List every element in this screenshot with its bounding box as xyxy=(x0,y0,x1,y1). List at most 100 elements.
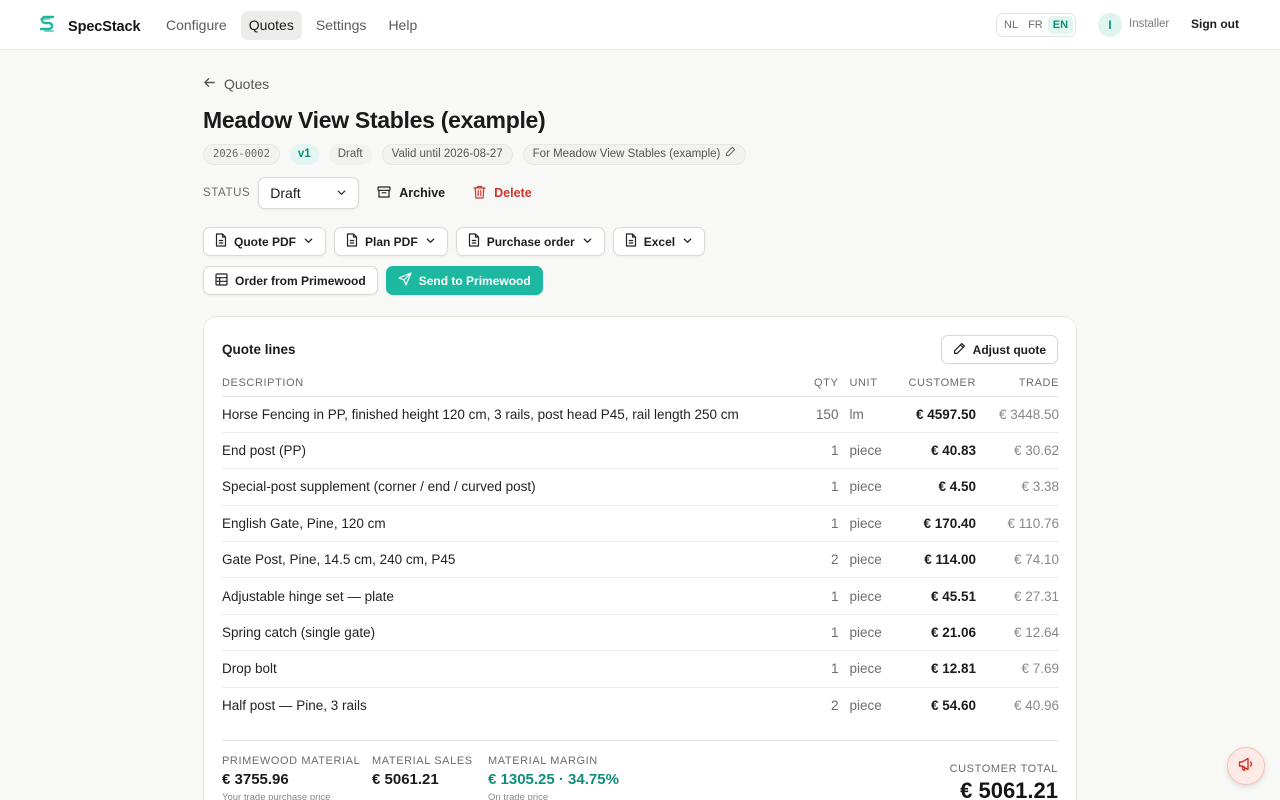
quote-pdf-button[interactable]: Quote PDF xyxy=(203,227,326,256)
status-select[interactable]: Draft xyxy=(258,177,360,209)
chevron-down-icon xyxy=(582,235,593,249)
arrow-left-icon xyxy=(203,76,216,92)
col-unit: UNIT xyxy=(838,370,909,397)
line-unit: piece xyxy=(838,577,909,615)
table-row: English Gate, Pine, 120 cm 1 piece € 170… xyxy=(222,505,1059,543)
line-trade-price: € 110.76 xyxy=(976,505,1059,543)
order-from-primewood-button[interactable]: Order from Primewood xyxy=(203,266,378,295)
line-description: End post (PP) xyxy=(222,432,789,470)
table-row: End post (PP) 1 piece € 40.83 € 30.62 xyxy=(222,432,1059,470)
quote-lines-title: Quote lines xyxy=(222,342,296,357)
line-description: Spring catch (single gate) xyxy=(222,614,789,652)
col-qty: QTY xyxy=(788,370,839,397)
summary-margin: MATERIAL MARGIN € 1305.25 · 34.75% On tr… xyxy=(488,755,619,800)
page-title: Meadow View Stables (example) xyxy=(203,107,546,133)
grid-icon xyxy=(215,272,228,289)
archive-icon xyxy=(377,185,391,202)
document-icon xyxy=(468,233,480,250)
delete-label: Delete xyxy=(494,186,532,200)
line-qty: 1 xyxy=(788,614,839,652)
sign-out-button[interactable]: Sign out xyxy=(1191,17,1239,31)
plan-pdf-button[interactable]: Plan PDF xyxy=(334,227,448,256)
trash-icon xyxy=(473,185,486,202)
plan-pdf-label: Plan PDF xyxy=(365,234,418,249)
table-row: Spring catch (single gate) 1 piece € 21.… xyxy=(222,614,1059,652)
line-description: Gate Post, Pine, 14.5 cm, 240 cm, P45 xyxy=(222,541,789,579)
top-bar: SpecStack Configure Quotes Settings Help… xyxy=(0,0,1280,50)
line-trade-price: € 30.62 xyxy=(976,432,1059,470)
line-customer-price: € 114.00 xyxy=(908,541,976,579)
feedback-button[interactable] xyxy=(1227,747,1265,785)
margin-sub: On trade price xyxy=(488,792,549,800)
nav-configure[interactable]: Configure xyxy=(158,11,235,40)
delete-button[interactable]: Delete xyxy=(464,177,541,209)
line-description: Adjustable hinge set — plate xyxy=(222,577,789,615)
status-row: STATUS Draft Archive Delete xyxy=(203,177,541,209)
export-buttons: Quote PDF Plan PDF Purchase order Excel xyxy=(203,227,706,256)
chevron-down-icon xyxy=(682,235,693,249)
version-badge: v1 xyxy=(289,144,319,165)
line-unit: piece xyxy=(838,505,909,543)
back-to-quotes-link[interactable]: Quotes xyxy=(203,76,269,92)
status-label: STATUS xyxy=(203,187,251,199)
lang-fr[interactable]: FR xyxy=(1023,16,1048,34)
line-customer-price: € 54.60 xyxy=(930,698,976,714)
megaphone-icon xyxy=(1237,755,1255,778)
pencil-icon xyxy=(725,145,736,164)
line-description: Half post — Pine, 3 rails xyxy=(222,698,367,714)
line-unit: piece xyxy=(838,541,909,579)
avatar[interactable]: I xyxy=(1098,13,1122,37)
line-customer-price: € 40.83 xyxy=(908,432,976,470)
language-switcher: NL FR EN xyxy=(996,13,1077,37)
send-icon xyxy=(398,272,412,289)
chevron-down-icon xyxy=(303,235,314,249)
material-sub: Your trade purchase price xyxy=(222,792,331,800)
back-label: Quotes xyxy=(224,76,270,92)
line-unit: piece xyxy=(838,432,909,470)
material-label: PRIMEWOOD MATERIAL xyxy=(222,755,361,767)
send-to-primewood-button[interactable]: Send to Primewood xyxy=(385,266,543,295)
archive-button[interactable]: Archive xyxy=(368,177,454,209)
nav-help[interactable]: Help xyxy=(380,11,425,40)
line-qty: 1 xyxy=(788,432,839,470)
line-trade-price: € 7.69 xyxy=(976,650,1059,688)
total-label: CUSTOMER TOTAL xyxy=(949,763,1058,775)
status-value: Draft xyxy=(270,185,301,201)
summary-sales: MATERIAL SALES € 5061.21 xyxy=(372,755,473,788)
margin-label: MATERIAL MARGIN xyxy=(488,755,598,767)
table-row: Adjustable hinge set — plate 1 piece € 4… xyxy=(222,577,1059,615)
line-unit: lm xyxy=(838,396,909,433)
lang-en[interactable]: EN xyxy=(1047,16,1074,34)
brand[interactable]: SpecStack xyxy=(38,14,141,39)
adjust-quote-button[interactable]: Adjust quote xyxy=(940,335,1058,364)
adjust-quote-label: Adjust quote xyxy=(972,342,1046,357)
chevron-down-icon xyxy=(336,185,347,201)
line-customer-price: € 45.51 xyxy=(908,577,976,615)
col-customer: CUSTOMER xyxy=(908,370,976,397)
line-unit: piece xyxy=(838,614,909,652)
total-value: € 5061.21 xyxy=(960,778,1058,800)
line-customer-price: € 170.40 xyxy=(908,505,976,543)
main-nav: Configure Quotes Settings Help xyxy=(158,11,431,40)
excel-button[interactable]: Excel xyxy=(612,227,706,256)
lang-nl[interactable]: NL xyxy=(999,16,1023,34)
user-role: Installer xyxy=(1129,18,1170,30)
quote-lines-table: DESCRIPTION QTY UNIT CUSTOMER TRADE Hors… xyxy=(222,370,1059,724)
purchase-order-button[interactable]: Purchase order xyxy=(455,227,605,256)
line-customer-price: € 21.06 xyxy=(908,614,976,652)
quote-number-badge: 2026-0002 xyxy=(203,144,280,165)
summary-material: PRIMEWOOD MATERIAL € 3755.96 Your trade … xyxy=(222,755,360,800)
line-customer-price: € 4597.50 xyxy=(908,396,976,433)
line-description: Drop bolt xyxy=(222,650,789,688)
document-icon xyxy=(625,233,637,250)
line-trade-price: € 40.96 xyxy=(1013,698,1059,714)
customer-badge[interactable]: For Meadow View Stables (example) xyxy=(522,144,747,165)
line-unit: piece xyxy=(838,650,909,688)
quote-pdf-label: Quote PDF xyxy=(234,234,296,249)
material-value: € 3755.96 xyxy=(222,771,289,788)
nav-quotes[interactable]: Quotes xyxy=(240,11,302,40)
customer-total: CUSTOMER TOTAL € 5061.21 xyxy=(950,763,1058,800)
nav-settings[interactable]: Settings xyxy=(308,11,375,40)
line-trade-price: € 74.10 xyxy=(976,541,1059,579)
table-header-row: DESCRIPTION QTY UNIT CUSTOMER TRADE xyxy=(222,370,1059,397)
